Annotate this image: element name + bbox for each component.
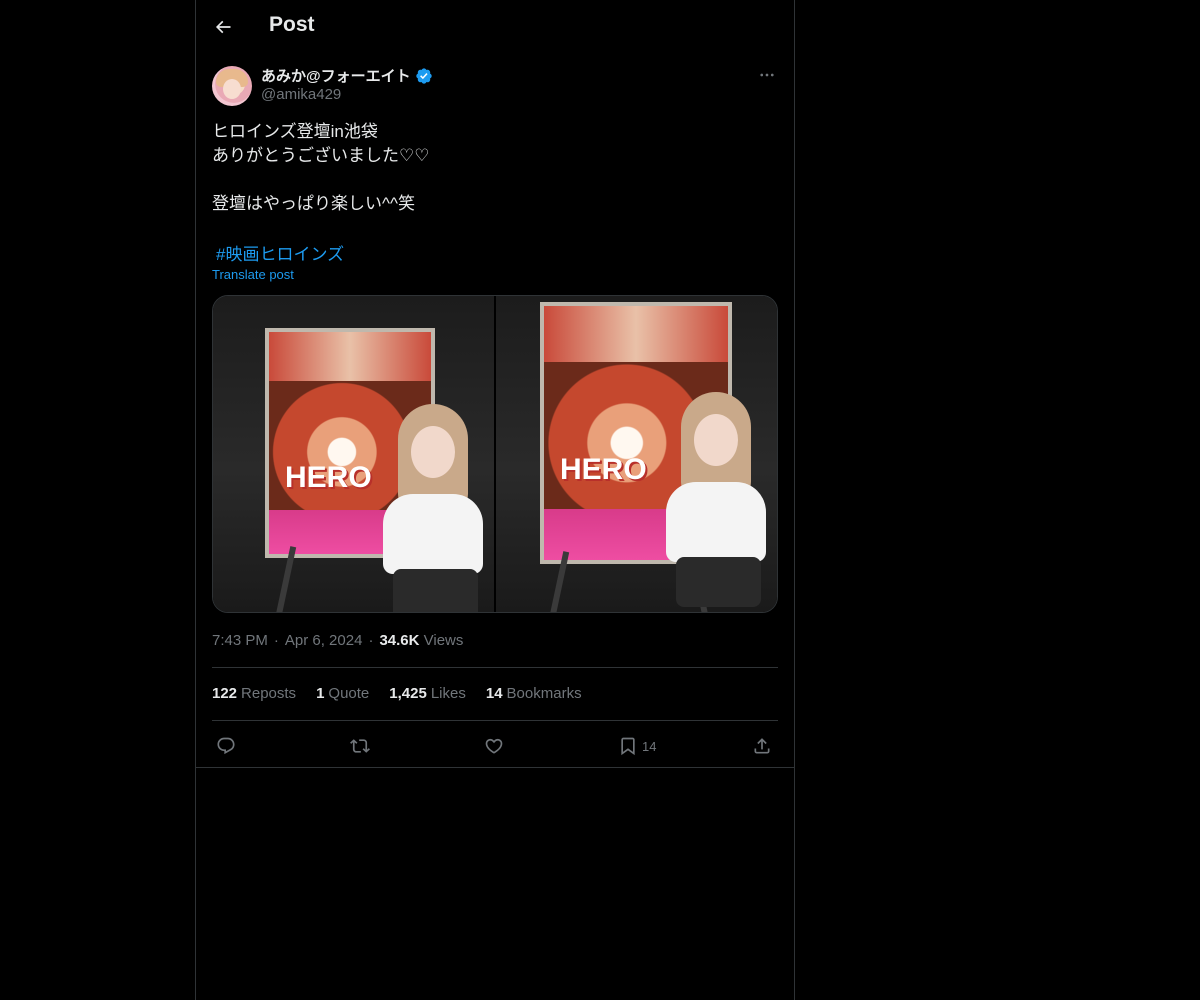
person: [661, 392, 777, 607]
person-blouse: [666, 482, 766, 562]
hashtag-link[interactable]: #映画ヒロインズ: [216, 240, 344, 265]
back-button[interactable]: [210, 14, 236, 40]
quotes-count: 1: [316, 685, 325, 702]
post: あみか@フォーエイト @amika429 ヒロインズ登壇in池袋 ありがとうござ…: [212, 64, 778, 756]
arrow-left-icon: [215, 20, 231, 34]
person-face: [411, 426, 455, 478]
author-display-name[interactable]: あみか@フォーエイト: [261, 65, 411, 86]
reply-button[interactable]: [216, 732, 236, 760]
repost-button[interactable]: [350, 732, 370, 760]
action-bar: 14: [212, 732, 778, 760]
post-text: ヒロインズ登壇in池袋 ありがとうございました♡♡ 登壇はやっぱり楽しい^^笑: [212, 122, 430, 213]
page-title: Post: [269, 13, 315, 36]
author-handle[interactable]: @amika429: [261, 86, 341, 103]
like-button[interactable]: [484, 732, 504, 760]
likes-label: Likes: [430, 685, 466, 702]
likes-count-link[interactable]: 1,425 Likes: [389, 685, 466, 702]
person: [378, 404, 488, 612]
person-skirt: [676, 557, 761, 607]
author-name-line[interactable]: あみか@フォーエイト: [261, 65, 433, 86]
quotes-label: Quote: [328, 685, 370, 702]
reposts-count: 122: [212, 685, 238, 702]
likes-count: 1,425: [389, 685, 427, 702]
avatar[interactable]: [212, 66, 252, 106]
views-count: 34.6K: [379, 632, 420, 649]
poster-cast-strip: [269, 332, 431, 381]
person-skirt: [393, 569, 478, 612]
post-header: あみか@フォーエイト @amika429: [212, 64, 778, 108]
bookmarks-label: Bookmarks: [506, 685, 582, 702]
post-time[interactable]: 7:43 PM: [212, 632, 268, 649]
meta-separator: ·: [273, 632, 279, 649]
meta-separator: ·: [368, 632, 374, 649]
poster-title: HERO: [285, 460, 372, 494]
photo-1[interactable]: HERO: [213, 296, 494, 612]
share-button[interactable]: [752, 732, 772, 760]
divider: [212, 720, 778, 721]
share-icon: [754, 738, 770, 754]
bookmarks-count-link[interactable]: 14 Bookmarks: [486, 685, 582, 702]
verified-badge-icon: [415, 67, 432, 84]
more-dots-icon: [760, 73, 774, 77]
person-blouse: [383, 494, 483, 574]
divider: [212, 667, 778, 668]
bookmark-count: 14: [642, 738, 657, 754]
primary-column: Post あみか@フォーエイト @amika429 ヒロインズ登壇in池袋 あり…: [195, 0, 795, 1000]
person-face: [694, 414, 738, 466]
reply-icon: [217, 737, 235, 755]
more-options-button[interactable]: [756, 64, 778, 86]
photo-2[interactable]: HERO: [496, 296, 777, 612]
post-date[interactable]: Apr 6, 2024: [285, 632, 363, 649]
engagement-counts: 122 Reposts 1 Quote 1,425 Likes 14 Bookmarks: [212, 685, 582, 702]
avatar-face: [223, 79, 241, 99]
bookmarks-count: 14: [485, 685, 503, 702]
heart-icon: [485, 738, 503, 754]
views-label: Views: [423, 632, 464, 649]
bookmark-icon: [621, 737, 635, 756]
reposts-label: Reposts: [241, 685, 297, 702]
media-grid: HERO HERO: [212, 295, 778, 613]
bookmark-button[interactable]: 14: [618, 732, 656, 760]
reposts-count-link[interactable]: 122 Reposts: [212, 685, 296, 702]
views-stat[interactable]: 34.6K Views: [379, 632, 463, 649]
post-bottom-divider: [196, 767, 794, 768]
top-bar: Post: [196, 0, 794, 54]
post-meta: 7:43 PM · Apr 6, 2024 · 34.6K Views: [212, 632, 463, 649]
quotes-count-link[interactable]: 1 Quote: [316, 685, 369, 702]
poster-title: HERO: [560, 453, 647, 487]
repost-icon: [350, 739, 370, 753]
poster-cast-strip: [544, 306, 728, 362]
translate-post-link[interactable]: Translate post: [212, 267, 294, 282]
